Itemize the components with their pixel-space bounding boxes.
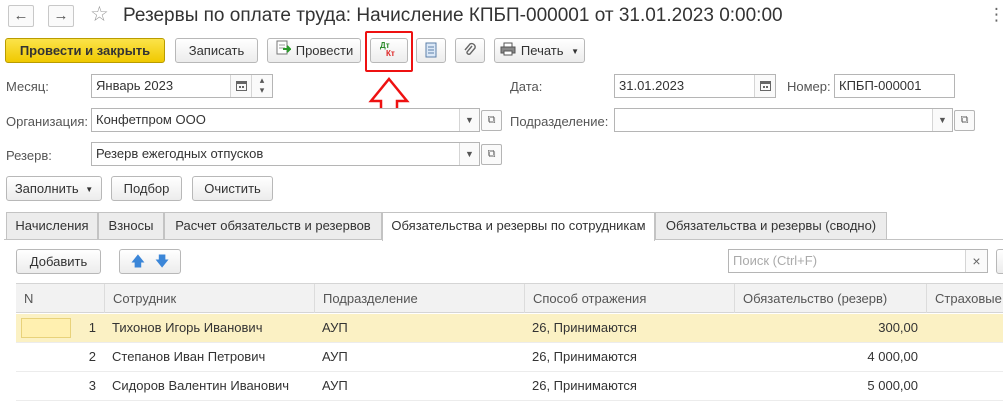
month-label: Месяц: <box>6 79 49 94</box>
reserve-label: Резерв: <box>6 148 52 163</box>
forward-button[interactable]: → <box>48 5 74 27</box>
paperclip-icon <box>463 42 477 61</box>
employee-cell[interactable]: Сидоров Валентин Иванович <box>104 372 314 400</box>
favorite-star-icon[interactable]: ☆ <box>90 3 109 27</box>
organization-field[interactable]: Конфетпром ООО ▼ <box>91 108 480 132</box>
fill-button[interactable]: Заполнить ▼ <box>6 176 102 201</box>
more-menu-icon[interactable]: ⋮ <box>988 5 1003 25</box>
document-list-button[interactable] <box>416 38 446 63</box>
department-field[interactable]: ▼ <box>614 108 953 132</box>
attach-file-button[interactable] <box>455 38 485 63</box>
fill-button-label: Заполнить <box>14 181 79 196</box>
column-header-amount[interactable]: Обязательство (резерв) <box>734 284 926 313</box>
move-buttons[interactable]: 🡅 🡇 <box>119 249 181 274</box>
selected-cell-indicator <box>21 318 71 338</box>
organization-value: Конфетпром ООО <box>96 112 206 127</box>
clear-search-icon[interactable]: × <box>965 250 987 272</box>
annotation-highlight-box <box>365 31 413 72</box>
save-button[interactable]: Записать <box>175 38 258 63</box>
dropdown-arrow-icon: ▼ <box>85 185 94 195</box>
reserve-field[interactable]: Резерв ежегодных отпусков ▼ <box>91 142 480 166</box>
month-field[interactable]: Январь 2023 ▴ ▾ <box>91 74 273 98</box>
number-field[interactable]: КПБП-000001 <box>834 74 955 98</box>
clear-button[interactable]: Очистить <box>192 176 273 201</box>
table-row[interactable]: 1 Тихонов Игорь Иванович АУП 26, Принима… <box>16 314 1003 343</box>
table-header: N Сотрудник Подразделение Способ отражен… <box>16 283 1003 313</box>
open-organization-button[interactable]: ⧉ <box>481 110 502 131</box>
dropdown-arrow-icon[interactable]: ▼ <box>459 109 479 131</box>
department-cell[interactable]: АУП <box>314 372 524 400</box>
method-cell[interactable]: 26, Принимаются <box>524 372 734 400</box>
search-input[interactable]: Поиск (Ctrl+F) × <box>728 249 988 273</box>
tab-contributions[interactable]: Взносы <box>98 212 164 240</box>
print-button[interactable]: Печать ▼ <box>494 38 585 63</box>
dropdown-arrow-icon: ▼ <box>571 47 580 57</box>
column-header-method[interactable]: Способ отражения <box>524 284 734 313</box>
employee-cell[interactable]: Степанов Иван Петрович <box>104 343 314 371</box>
dropdown-arrow-icon[interactable]: ▼ <box>459 143 479 165</box>
page-title: Резервы по оплате труда: Начисление КПБП… <box>123 5 783 26</box>
forward-arrow-icon: → <box>53 7 69 24</box>
month-stepper[interactable]: ▴ ▾ <box>251 75 272 97</box>
row-number: 3 <box>88 378 96 393</box>
amount-cell[interactable]: 5 000,00 <box>734 372 926 400</box>
stepper-up-icon[interactable]: ▴ <box>252 75 272 85</box>
move-up-icon[interactable]: 🡅 <box>131 253 145 269</box>
method-cell[interactable]: 26, Принимаются <box>524 314 734 342</box>
tab-liabilities-calculation[interactable]: Расчет обязательств и резервов <box>164 212 382 240</box>
column-header-n[interactable]: N <box>16 284 104 313</box>
printer-icon <box>500 40 516 63</box>
department-cell[interactable]: АУП <box>314 314 524 342</box>
post-button-label: Провести <box>295 43 354 58</box>
organization-label: Организация: <box>6 114 89 129</box>
list-icon <box>425 42 437 61</box>
post-button[interactable]: Провести <box>267 38 361 63</box>
row-number: 2 <box>88 349 96 364</box>
search-placeholder: Поиск (Ctrl+F) <box>733 253 818 268</box>
tab-accruals[interactable]: Начисления <box>6 212 98 240</box>
tab-liabilities-by-employee[interactable]: Обязательства и резервы по сотрудникам <box>382 212 655 241</box>
open-link-icon: ⧉ <box>487 148 496 160</box>
table-row[interactable]: 3 Сидоров Валентин Иванович АУП 26, Прин… <box>16 372 1003 401</box>
stepper-down-icon[interactable]: ▾ <box>252 85 272 95</box>
reserve-value: Резерв ежегодных отпусков <box>96 146 264 161</box>
open-link-icon: ⧉ <box>960 114 969 126</box>
calendar-icon[interactable] <box>754 75 775 97</box>
month-value: Январь 2023 <box>96 78 174 93</box>
post-document-icon <box>275 40 293 63</box>
back-arrow-icon: ← <box>13 7 29 24</box>
calendar-icon[interactable] <box>230 75 251 97</box>
column-header-department[interactable]: Подразделение <box>314 284 524 313</box>
column-header-insurance[interactable]: Страховые <box>926 284 1003 313</box>
number-value: КПБП-000001 <box>839 78 922 93</box>
department-label: Подразделение: <box>510 114 609 129</box>
employee-cell[interactable]: Тихонов Игорь Иванович <box>104 314 314 342</box>
method-cell[interactable]: 26, Принимаются <box>524 343 734 371</box>
open-reserve-button[interactable]: ⧉ <box>481 144 502 165</box>
date-value: 31.01.2023 <box>619 78 685 93</box>
department-cell[interactable]: АУП <box>314 343 524 371</box>
print-button-label: Печать <box>520 43 564 58</box>
number-label: Номер: <box>787 79 831 94</box>
pick-button[interactable]: Подбор <box>111 176 182 201</box>
amount-cell[interactable]: 4 000,00 <box>734 343 926 371</box>
add-row-button[interactable]: Добавить <box>16 249 101 274</box>
column-header-employee[interactable]: Сотрудник <box>104 284 314 313</box>
search-options-button[interactable] <box>996 249 1003 274</box>
dropdown-arrow-icon[interactable]: ▼ <box>932 109 952 131</box>
tab-liabilities-summary[interactable]: Обязательства и резервы (сводно) <box>655 212 887 240</box>
date-label: Дата: <box>510 79 543 94</box>
date-field[interactable]: 31.01.2023 <box>614 74 776 98</box>
amount-cell[interactable]: 300,00 <box>734 314 926 342</box>
table-row[interactable]: 2 Степанов Иван Петрович АУП 26, Принима… <box>16 343 1003 372</box>
open-link-icon: ⧉ <box>487 114 496 126</box>
back-button[interactable]: ← <box>8 5 34 27</box>
open-department-button[interactable]: ⧉ <box>954 110 975 131</box>
move-down-icon[interactable]: 🡇 <box>155 253 169 269</box>
post-and-close-button[interactable]: Провести и закрыть <box>5 38 165 63</box>
